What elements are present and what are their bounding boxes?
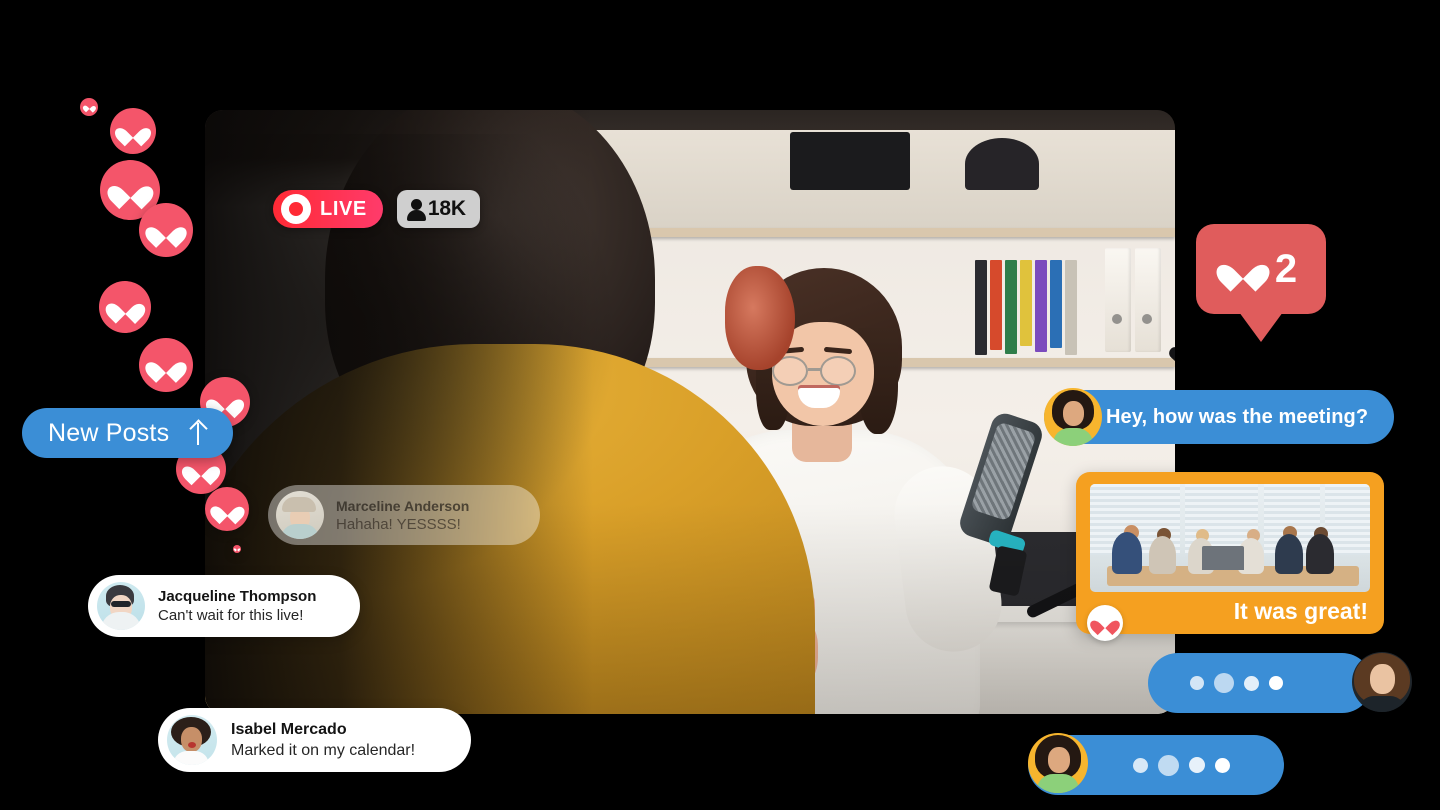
- person-icon: [407, 199, 426, 220]
- floating-heart-bubble: [80, 98, 98, 116]
- chat-message-text: Hey, how was the meeting?: [1106, 406, 1368, 429]
- comment-card-jacqueline[interactable]: Jacqueline Thompson Can't wait for this …: [88, 575, 360, 637]
- chat-avatar: [1044, 388, 1102, 446]
- like-count-label: 2: [1275, 249, 1297, 289]
- avatar: [167, 715, 217, 765]
- typing-dot: [1133, 758, 1148, 773]
- shared-video-thumbnail: [1090, 484, 1370, 592]
- floating-heart-bubble: [99, 281, 151, 333]
- new-posts-button[interactable]: New Posts: [22, 408, 233, 458]
- heart-icon: [121, 120, 145, 142]
- heart-icon: [235, 547, 239, 551]
- heart-icon: [152, 218, 180, 243]
- heart-icon: [1225, 253, 1261, 285]
- typing-dot: [1244, 676, 1259, 691]
- comment-message: Can't wait for this live!: [158, 607, 316, 624]
- floating-heart-bubble: [110, 108, 156, 154]
- arrow-up-icon: [189, 421, 207, 445]
- heart-icon: [1095, 614, 1115, 632]
- typing-dot: [1190, 676, 1204, 690]
- typing-dot: [1214, 673, 1234, 693]
- heart-icon: [85, 103, 94, 111]
- live-label: LIVE: [320, 198, 367, 221]
- comment-card-isabel[interactable]: Isabel Mercado Marked it on my calendar!: [158, 708, 471, 772]
- comment-text: Isabel Mercado Marked it on my calendar!: [231, 721, 415, 760]
- live-badge[interactable]: LIVE: [273, 190, 383, 228]
- typing-avatar-left: [1028, 733, 1088, 793]
- shared-card-caption: It was great!: [1234, 598, 1368, 625]
- heart-icon: [188, 458, 214, 481]
- floating-heart-bubble: [139, 338, 193, 392]
- new-posts-label: New Posts: [48, 419, 169, 448]
- comment-author: Marceline Anderson: [336, 498, 469, 514]
- typing-dot: [1215, 758, 1230, 773]
- comment-card-marceline[interactable]: Marceline Anderson Hahaha! YESSSS!: [268, 485, 540, 545]
- heart-icon: [152, 353, 180, 378]
- typing-avatar-right: [1352, 652, 1412, 712]
- binder: [1135, 248, 1161, 352]
- heart-icon: [112, 295, 139, 319]
- viewer-count-badge[interactable]: 18K: [397, 190, 480, 228]
- shared-card-like-button[interactable]: [1087, 605, 1123, 641]
- book-row: [975, 260, 1105, 355]
- like-count-bubble[interactable]: 2: [1196, 224, 1326, 314]
- typing-dot: [1189, 757, 1205, 773]
- avatar: [276, 491, 324, 539]
- record-dot-icon: [281, 194, 311, 224]
- floating-heart-bubble: [233, 545, 241, 553]
- floating-heart-bubble: [205, 487, 249, 531]
- heart-icon: [216, 499, 239, 520]
- binder: [1105, 248, 1131, 352]
- viewer-count-label: 18K: [428, 197, 466, 221]
- comment-message: Marked it on my calendar!: [231, 742, 415, 760]
- stream-status-badges: LIVE 18K: [273, 190, 480, 228]
- comment-text: Jacqueline Thompson Can't wait for this …: [158, 588, 316, 624]
- typing-dot: [1269, 676, 1283, 690]
- heart-icon: [115, 176, 146, 204]
- floating-heart-bubble: [139, 203, 193, 257]
- shelf-speaker: [965, 138, 1039, 190]
- comment-author: Jacqueline Thompson: [158, 588, 316, 605]
- typing-dot: [1158, 755, 1179, 776]
- livestream-scene: LIVE 18K New Posts Marceline Anderson Ha…: [0, 0, 1440, 810]
- typing-indicator-right: [1148, 653, 1372, 713]
- comment-author: Isabel Mercado: [231, 721, 415, 739]
- comment-message: Hahaha! YESSSS!: [336, 516, 469, 533]
- comment-text: Marceline Anderson Hahaha! YESSSS!: [336, 498, 469, 533]
- avatar: [97, 582, 145, 630]
- shared-video-card[interactable]: It was great!: [1076, 472, 1384, 634]
